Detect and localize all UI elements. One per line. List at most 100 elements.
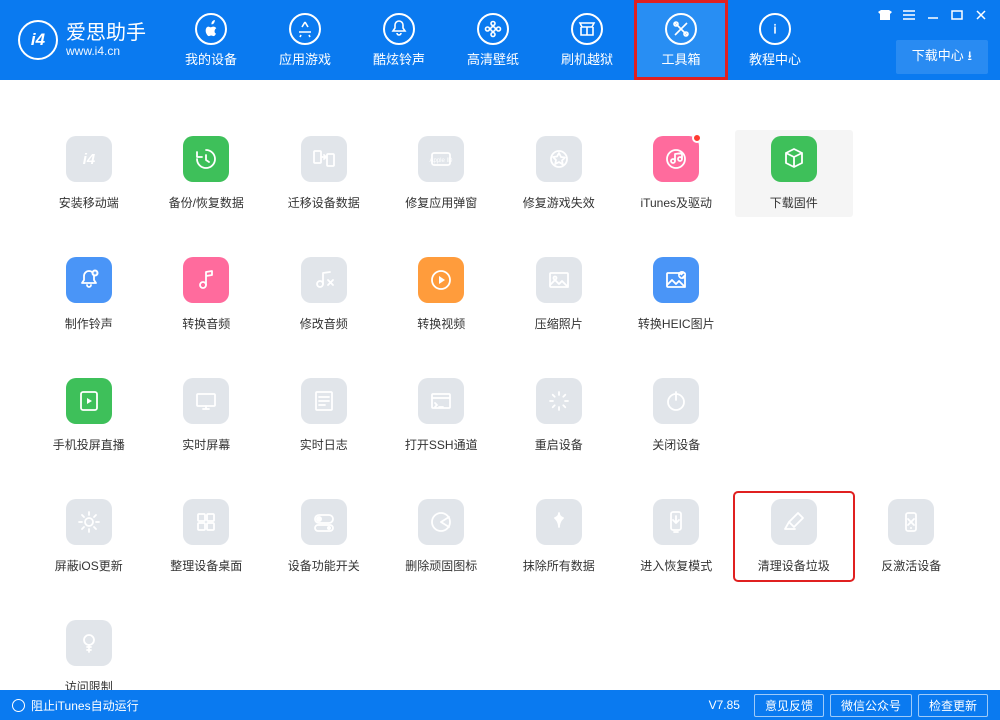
logo-icon: i4 [18, 20, 58, 60]
flower-icon [477, 13, 509, 45]
tools-icon [665, 13, 697, 45]
audio-icon [183, 257, 229, 303]
deact-icon [888, 499, 934, 545]
tool-label: 制作铃声 [65, 315, 113, 332]
tool-grid[interactable]: 整理设备桌面 [148, 493, 266, 580]
tool-image[interactable]: 压缩照片 [500, 251, 618, 338]
nav-tools[interactable]: 工具箱 [634, 0, 728, 80]
nav-apple[interactable]: 我的设备 [164, 0, 258, 80]
tool-label: 实时屏幕 [182, 436, 230, 453]
tool-cube[interactable]: 下载固件 [735, 130, 853, 217]
tool-loading[interactable]: 重启设备 [500, 372, 618, 459]
close-icon[interactable] [970, 6, 992, 24]
box-icon [571, 13, 603, 45]
audioed-icon [301, 257, 347, 303]
nav-box[interactable]: 刷机越狱 [540, 0, 634, 80]
tool-label: 清理设备垃圾 [758, 557, 830, 574]
migrate-icon [301, 136, 347, 182]
tool-label: 转换视频 [417, 315, 465, 332]
nav-bell[interactable]: 酷炫铃声 [352, 0, 446, 80]
nav-flower[interactable]: 高清壁纸 [446, 0, 540, 80]
tool-label: 访问限制 [65, 678, 113, 690]
menu-icon[interactable] [898, 6, 920, 24]
tool-label: 转换HEIC图片 [638, 315, 715, 332]
svg-text:i4: i4 [82, 151, 95, 168]
tool-heic[interactable]: 转换HEIC图片 [618, 251, 736, 338]
cast-icon [66, 378, 112, 424]
nav-label: 刷机越狱 [561, 49, 613, 68]
top-nav: 我的设备应用游戏 酷炫铃声 高清壁纸刷机越狱 工具箱教程中心 [164, 0, 822, 80]
appleid-icon: Apple ID [418, 136, 464, 182]
tool-label: 打开SSH通道 [405, 436, 478, 453]
check-update-button[interactable]: 检查更新 [918, 694, 988, 717]
switch-icon [301, 499, 347, 545]
tool-clean[interactable]: 清理设备垃圾 [735, 493, 853, 580]
tool-video[interactable]: 转换视频 [383, 251, 501, 338]
itunes-block-toggle[interactable]: 阻止iTunes自动运行 [31, 697, 139, 714]
tool-power[interactable]: 关闭设备 [618, 372, 736, 459]
minimize-icon[interactable] [922, 6, 944, 24]
cube-icon [771, 136, 817, 182]
tool-appleid[interactable]: Apple ID修复应用弹窗 [383, 130, 501, 217]
tool-restore[interactable]: 备份/恢复数据 [148, 130, 266, 217]
tool-label: 重启设备 [535, 436, 583, 453]
skin-icon[interactable] [874, 6, 896, 24]
nav-label: 教程中心 [749, 49, 801, 68]
tool-recover[interactable]: 进入恢复模式 [618, 493, 736, 580]
tool-itunes[interactable]: iTunes及驱动 [618, 130, 736, 217]
ssh-icon [418, 378, 464, 424]
app-subtitle: www.i4.cn [66, 44, 146, 58]
tool-gearno[interactable]: 屏蔽iOS更新 [30, 493, 148, 580]
toggle-indicator-icon[interactable] [12, 699, 25, 712]
image-icon [536, 257, 582, 303]
download-center-button[interactable]: 下载中心 ⭳ [896, 40, 988, 74]
tool-label: 压缩照片 [535, 315, 583, 332]
tool-label: 设备功能开关 [288, 557, 360, 574]
statusbar: 阻止iTunes自动运行 V7.85 意见反馈 微信公众号 检查更新 [0, 690, 1000, 720]
tool-key[interactable]: 访问限制 [30, 614, 148, 690]
tool-screen[interactable]: 实时屏幕 [148, 372, 266, 459]
wechat-button[interactable]: 微信公众号 [830, 694, 912, 717]
tool-erase[interactable]: 抹除所有数据 [500, 493, 618, 580]
tool-label: iTunes及驱动 [640, 194, 712, 211]
tool-ssh[interactable]: 打开SSH通道 [383, 372, 501, 459]
tool-audio[interactable]: 转换音频 [148, 251, 266, 338]
tool-label: 备份/恢复数据 [169, 194, 244, 211]
tool-label: 抹除所有数据 [523, 557, 595, 574]
feedback-button[interactable]: 意见反馈 [754, 694, 824, 717]
tool-log[interactable]: 实时日志 [265, 372, 383, 459]
titlebar: i4 爱思助手 www.i4.cn 我的设备应用游戏 酷炫铃声 高清壁纸刷机越狱 工具… [0, 0, 1000, 80]
bellplus-icon [66, 257, 112, 303]
app-logo: i4 爱思助手 www.i4.cn [0, 20, 146, 60]
maximize-icon[interactable] [946, 6, 968, 24]
tool-pacman[interactable]: 删除顽固图标 [383, 493, 501, 580]
erase-icon [536, 499, 582, 545]
tool-grid: i4 安装移动端 备份/恢复数据 迁移设备数据Apple ID修复应用弹窗修复游戏失效… [30, 130, 970, 690]
grid-icon [183, 499, 229, 545]
tool-deact[interactable]: 反激活设备 [853, 493, 971, 580]
tool-label: 关闭设备 [652, 436, 700, 453]
tool-appfix[interactable]: 修复游戏失效 [500, 130, 618, 217]
nav-label: 酷炫铃声 [373, 49, 425, 68]
info-icon [759, 13, 791, 45]
tool-label: 屏蔽iOS更新 [55, 557, 123, 574]
tool-switch[interactable]: 设备功能开关 [265, 493, 383, 580]
tool-migrate[interactable]: 迁移设备数据 [265, 130, 383, 217]
tool-label: 进入恢复模式 [640, 557, 712, 574]
version-label: V7.85 [709, 698, 740, 712]
bell-icon [383, 13, 415, 45]
nav-appstore[interactable]: 应用游戏 [258, 0, 352, 80]
itunes-icon [653, 136, 699, 182]
tool-bellplus[interactable]: 制作铃声 [30, 251, 148, 338]
tool-logo[interactable]: i4 安装移动端 [30, 130, 148, 217]
appfix-icon [536, 136, 582, 182]
tool-audioed[interactable]: 修改音频 [265, 251, 383, 338]
tool-cast[interactable]: 手机投屏直播 [30, 372, 148, 459]
power-icon [653, 378, 699, 424]
tool-label: 转换音频 [182, 315, 230, 332]
tool-label: 安装移动端 [59, 194, 119, 211]
video-icon [418, 257, 464, 303]
window-controls [874, 6, 992, 24]
nav-label: 应用游戏 [279, 49, 331, 68]
nav-info[interactable]: 教程中心 [728, 0, 822, 80]
